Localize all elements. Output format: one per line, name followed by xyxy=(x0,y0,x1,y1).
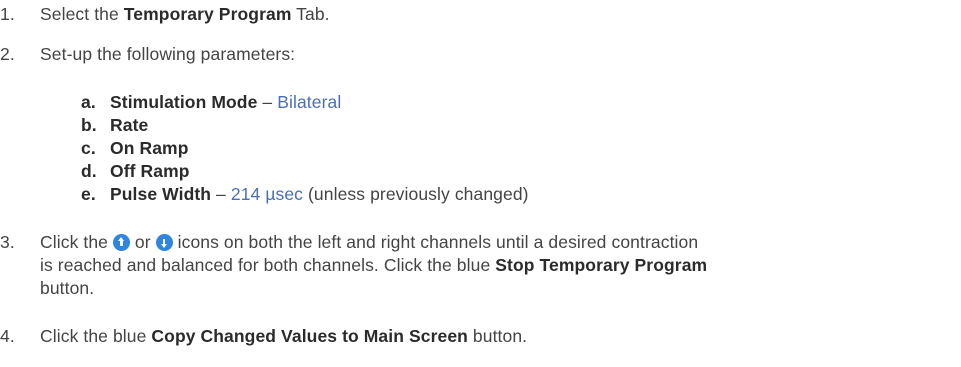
param-label: Pulse Width xyxy=(110,184,212,204)
step-3-line-2: is reached and balanced for both channel… xyxy=(40,254,955,277)
param-item-on-ramp: c. On Ramp xyxy=(81,137,188,160)
param-label: On Ramp xyxy=(110,138,189,158)
param-letter: a. xyxy=(81,92,96,112)
step-number: 2. xyxy=(0,44,15,64)
step-text-pre: is reached and balanced for both channel… xyxy=(40,255,496,275)
param-label: Rate xyxy=(110,115,149,135)
step-text-post: icons on both the left and right channel… xyxy=(172,232,699,252)
step-text: Click the or icons on both the left and … xyxy=(40,231,955,300)
param-item-rate: b. Rate xyxy=(81,114,148,137)
param-item-pulse-width: e. Pulse Width – 214 µsec (unless previou… xyxy=(81,183,529,206)
step-text: Select the Temporary Program Tab. xyxy=(40,3,955,26)
step-text-post: Tab. xyxy=(291,4,330,24)
param-note: (unless previously changed) xyxy=(303,184,529,204)
param-label: Off Ramp xyxy=(110,161,190,181)
step-text-pre: Click the blue xyxy=(40,326,152,346)
param-label: Stimulation Mode xyxy=(110,92,258,112)
copy-changed-values-label: Copy Changed Values to Main Screen xyxy=(151,326,468,346)
arrow-down-circle-icon xyxy=(155,234,173,251)
stop-temporary-program-label: Stop Temporary Program xyxy=(495,255,708,275)
step-text-mid: or xyxy=(129,232,156,252)
step-text-pre: Click the xyxy=(40,232,113,252)
temporary-program-tab-label: Temporary Program xyxy=(123,4,292,24)
step-text: Click the blue Copy Changed Values to Ma… xyxy=(40,325,955,348)
step-number: 4. xyxy=(0,326,15,346)
param-value: 214 µsec xyxy=(230,184,304,204)
param-letter: e. xyxy=(81,184,96,204)
param-letter: c. xyxy=(81,138,96,158)
param-letter: d. xyxy=(81,161,97,181)
step-number: 1. xyxy=(0,4,15,24)
param-separator: – xyxy=(257,92,278,112)
step-text-post: button. xyxy=(467,326,528,346)
step-text-pre: Select the xyxy=(40,4,124,24)
param-value: Bilateral xyxy=(277,92,342,112)
param-item-off-ramp: d. Off Ramp xyxy=(81,160,190,183)
param-letter: b. xyxy=(81,115,97,135)
param-item-stimulation-mode: a. Stimulation Mode – Bilateral xyxy=(81,91,341,114)
step-3-line-1: Click the or icons on both the left and … xyxy=(40,231,955,254)
step-number: 3. xyxy=(0,232,15,252)
arrow-up-circle-icon xyxy=(112,234,130,251)
param-separator: – xyxy=(211,184,231,204)
step-3-line-3: button. xyxy=(40,278,95,298)
step-text: Set-up the following parameters: xyxy=(40,44,296,64)
